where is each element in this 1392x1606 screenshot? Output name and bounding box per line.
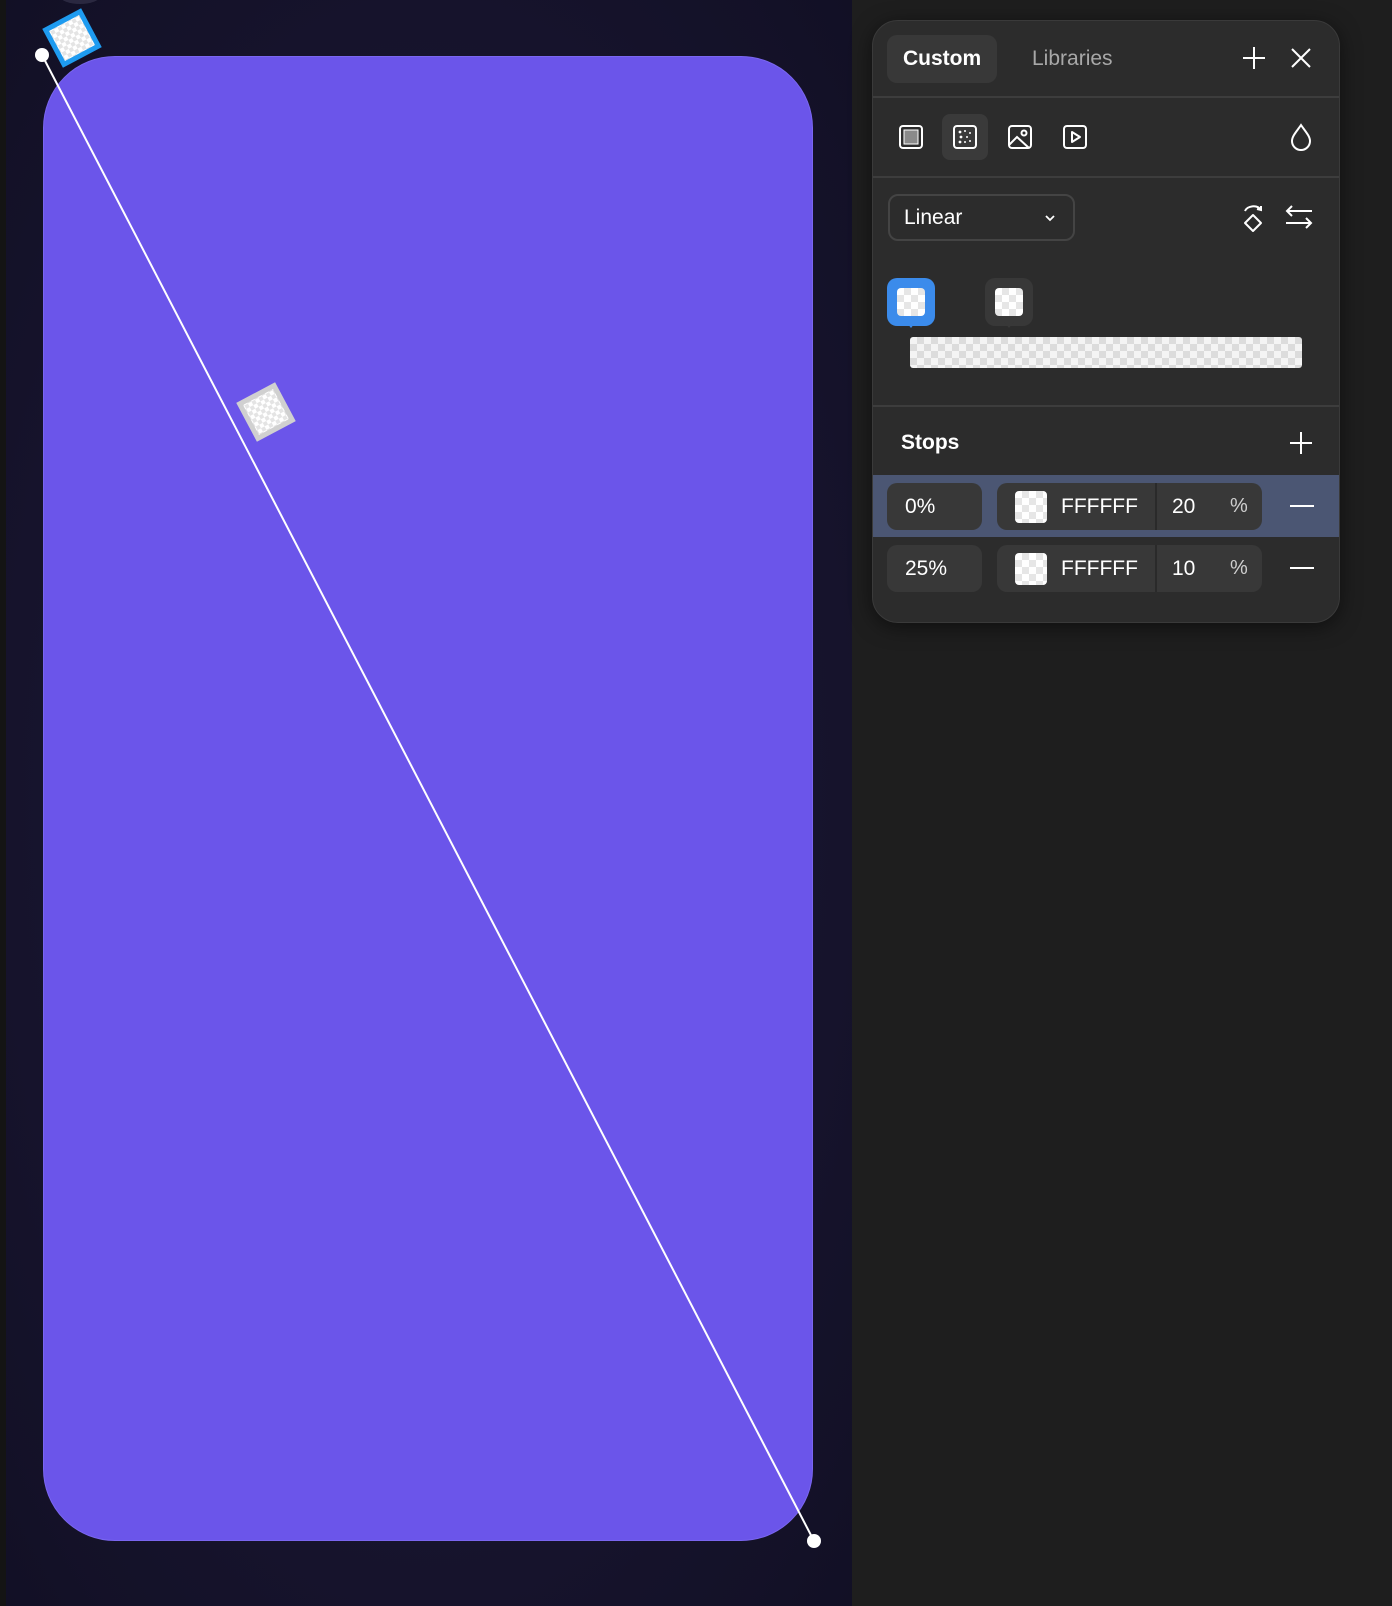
gradient-fill-icon (953, 125, 977, 149)
gradient-bar-stop-0[interactable] (887, 278, 935, 328)
gradient-stop-marker-1[interactable] (236, 382, 296, 442)
stop-opacity-value[interactable]: 20 (1172, 483, 1195, 530)
fill-type-image[interactable] (997, 114, 1043, 160)
stop-color-input[interactable]: FFFFFF 20 % (997, 483, 1262, 530)
divider (1155, 545, 1157, 592)
solid-fill-icon (899, 125, 923, 149)
minus-icon (1290, 567, 1314, 569)
gradient-type-value: Linear (904, 206, 963, 229)
stop-position-input[interactable]: 25% (887, 545, 982, 592)
fill-picker-panel: Custom Libraries Linear Stops 0% FFFFFF … (872, 20, 1340, 623)
stop-color-swatch (897, 288, 925, 316)
stop-pointer (1001, 318, 1017, 328)
fill-type-video[interactable] (1052, 114, 1098, 160)
stop-color-swatch (995, 288, 1023, 316)
rotate-gradient-button[interactable] (1230, 194, 1276, 240)
stops-section-title: Stops (901, 431, 960, 454)
gradient-end-handle[interactable] (807, 1534, 821, 1548)
opacity-unit: % (1230, 557, 1248, 579)
add-button[interactable] (1231, 35, 1277, 81)
stop-color-swatch[interactable] (1015, 491, 1047, 523)
stop-hex-value[interactable]: FFFFFF (1061, 483, 1138, 530)
close-icon (1291, 48, 1311, 68)
stop-opacity-value[interactable]: 10 (1172, 545, 1195, 592)
add-stop-button[interactable] (1278, 420, 1324, 466)
remove-stop-button[interactable] (1285, 551, 1319, 585)
plus-icon (1290, 432, 1312, 454)
divider (1155, 483, 1157, 530)
stop-row-0[interactable]: 0% FFFFFF 20 % (873, 475, 1339, 537)
stop-pointer (903, 318, 919, 328)
gradient-preview-bar[interactable] (910, 337, 1302, 368)
opacity-drop-icon (1290, 123, 1312, 151)
tab-libraries[interactable]: Libraries (1016, 35, 1129, 83)
divider (873, 96, 1339, 98)
stop-position-input[interactable]: 0% (887, 483, 982, 530)
flip-gradient-button[interactable] (1276, 194, 1322, 240)
flip-gradient-icon (1285, 205, 1313, 229)
divider (873, 176, 1339, 178)
rotate-gradient-icon (1244, 205, 1262, 232)
opacity-unit: % (1230, 495, 1248, 517)
tab-custom[interactable]: Custom (887, 35, 998, 83)
stop-color-input[interactable]: FFFFFF 10 % (997, 545, 1262, 592)
gradient-axis-line (41, 54, 815, 1542)
close-button[interactable] (1278, 35, 1324, 81)
gradient-bar-stop-1[interactable] (985, 278, 1033, 328)
fill-type-gradient[interactable] (942, 114, 988, 160)
video-fill-icon (1063, 125, 1087, 149)
remove-stop-button[interactable] (1285, 489, 1319, 523)
gradient-type-select[interactable]: Linear (888, 194, 1075, 241)
divider (873, 405, 1339, 407)
stop-row-1[interactable]: 25% FFFFFF 10 % (873, 537, 1339, 599)
minus-icon (1290, 505, 1314, 507)
fill-type-solid[interactable] (888, 114, 934, 160)
gradient-stop-marker-0[interactable] (42, 8, 102, 68)
image-fill-icon (1008, 125, 1032, 149)
gradient-start-handle[interactable] (35, 48, 49, 62)
opacity-button[interactable] (1278, 114, 1324, 160)
chevron-down-icon (1045, 215, 1055, 222)
plus-icon (1243, 47, 1265, 69)
stop-color-swatch[interactable] (1015, 553, 1047, 585)
gradient-overlay (35, 8, 821, 1548)
stop-hex-value[interactable]: FFFFFF (1061, 545, 1138, 592)
design-canvas[interactable] (0, 0, 852, 1606)
